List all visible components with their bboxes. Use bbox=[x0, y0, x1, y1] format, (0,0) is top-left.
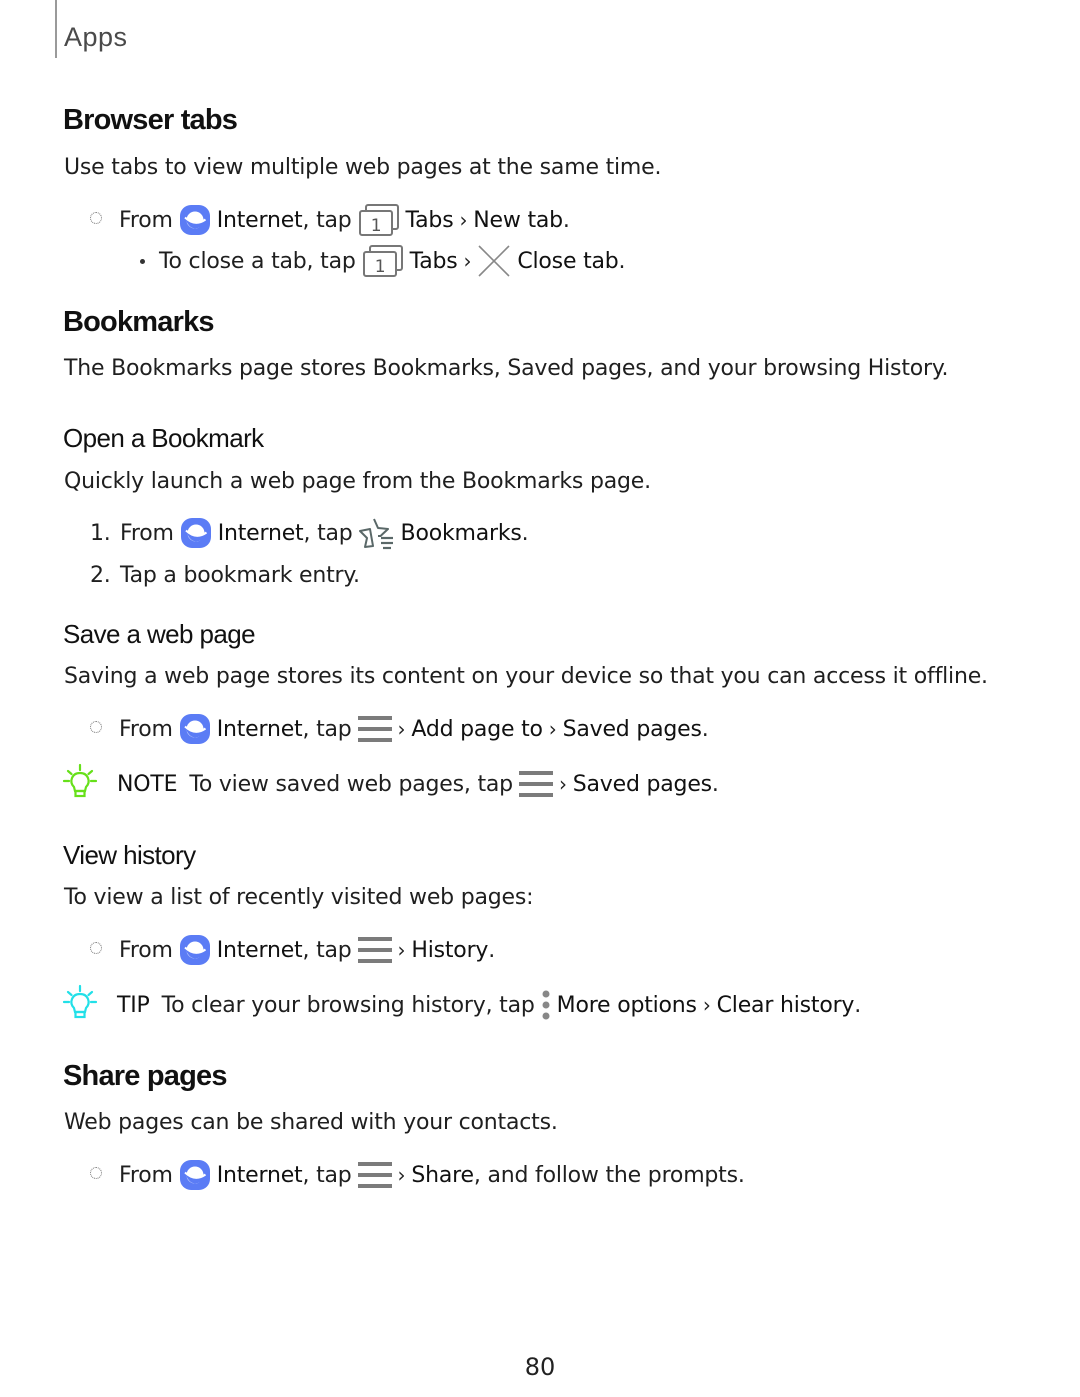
open-bookmark-step-2: 2. Tap a bookmark entry. bbox=[90, 557, 360, 593]
tabs-label: Tabs bbox=[409, 248, 458, 274]
step-bullet-icon bbox=[90, 942, 102, 954]
tabs-icon bbox=[362, 244, 404, 278]
app-name: Internet bbox=[216, 1162, 303, 1188]
tabs-label: Tabs bbox=[405, 207, 454, 233]
note-callout: NOTE To view saved web pages, tap › Save… bbox=[117, 766, 719, 802]
internet-app-icon bbox=[179, 1159, 211, 1191]
open-bookmark-intro: Quickly launch a web page from the Bookm… bbox=[64, 469, 651, 494]
punctuation: . bbox=[562, 207, 570, 233]
step-text: From bbox=[119, 716, 173, 742]
chevron-right-icon: › bbox=[558, 772, 567, 796]
step-text: Tap a bookmark entry. bbox=[120, 562, 360, 588]
step-number: 1. bbox=[90, 520, 111, 546]
step-text: To close a tab, tap bbox=[159, 248, 356, 274]
step-text: , tap bbox=[303, 520, 353, 546]
step-number: 2. bbox=[90, 562, 111, 588]
action-label: Add page to bbox=[411, 716, 543, 742]
bookmark-star-icon bbox=[359, 516, 395, 550]
punctuation: . bbox=[618, 248, 626, 274]
chevron-right-icon: › bbox=[397, 938, 406, 962]
view-history-intro: To view a list of recently visited web p… bbox=[64, 885, 534, 910]
chevron-right-icon: › bbox=[548, 717, 557, 741]
hamburger-menu-icon bbox=[519, 767, 553, 801]
step-text: , tap bbox=[302, 207, 352, 233]
step-bullet-icon bbox=[90, 1167, 102, 1179]
punctuation: . bbox=[521, 520, 529, 546]
action-label: Bookmarks bbox=[400, 520, 522, 546]
hamburger-menu-icon bbox=[358, 1158, 392, 1192]
internet-app-icon bbox=[180, 517, 212, 549]
tabs-icon bbox=[358, 203, 400, 237]
internet-app-icon bbox=[179, 934, 211, 966]
tip-label: TIP bbox=[117, 992, 150, 1018]
chevron-right-icon: › bbox=[397, 717, 406, 741]
section-title-bookmarks: Bookmarks bbox=[63, 306, 215, 338]
hamburger-menu-icon bbox=[358, 933, 392, 967]
tip-text: To clear your browsing history, tap bbox=[161, 992, 535, 1018]
share-pages-step: From Internet, tap › Share, and follow t… bbox=[119, 1157, 745, 1193]
lightbulb-icon bbox=[62, 763, 98, 803]
action-label: Share bbox=[411, 1162, 474, 1188]
app-name: Internet bbox=[216, 937, 303, 963]
close-tab-substep: To close a tab, tap Tabs › Close tab. bbox=[140, 243, 626, 279]
step-bullet-icon bbox=[90, 212, 102, 224]
punctuation: . bbox=[488, 937, 496, 963]
chevron-right-icon: › bbox=[702, 993, 711, 1017]
close-x-icon bbox=[477, 244, 511, 278]
chapter-title: Apps bbox=[64, 22, 128, 52]
tip-callout: TIP To clear your browsing history, tap … bbox=[117, 987, 861, 1023]
section-title-browser-tabs: Browser tabs bbox=[63, 104, 238, 136]
browser-tabs-intro: Use tabs to view multiple web pages at t… bbox=[64, 155, 662, 180]
internet-app-icon bbox=[179, 713, 211, 745]
share-pages-intro: Web pages can be shared with your contac… bbox=[64, 1110, 558, 1135]
app-name: Internet bbox=[216, 207, 303, 233]
internet-app-icon bbox=[179, 204, 211, 236]
punctuation: . bbox=[701, 716, 709, 742]
bookmarks-intro: The Bookmarks page stores Bookmarks, Sav… bbox=[64, 356, 949, 381]
step-text: From bbox=[119, 937, 173, 963]
view-history-step: From Internet, tap › History. bbox=[119, 932, 495, 968]
step-text: , tap bbox=[302, 1162, 352, 1188]
step-bullet-icon bbox=[90, 721, 102, 733]
step-text: From bbox=[119, 207, 173, 233]
step-text: From bbox=[119, 1162, 173, 1188]
chevron-right-icon: › bbox=[459, 208, 468, 232]
step-text: , tap bbox=[302, 937, 352, 963]
action-label: Clear history bbox=[716, 992, 855, 1018]
action-label: New tab bbox=[473, 207, 563, 233]
save-page-step: From Internet, tap › Add page to › Saved… bbox=[119, 711, 709, 747]
punctuation: . bbox=[711, 771, 719, 797]
note-label: NOTE bbox=[117, 771, 178, 797]
subsection-title-save-page: Save a web page bbox=[63, 619, 256, 649]
page-number: 80 bbox=[524, 1353, 556, 1381]
subsection-title-open-bookmark: Open a Bookmark bbox=[63, 423, 264, 453]
punctuation: . bbox=[854, 992, 862, 1018]
header-divider bbox=[55, 0, 57, 58]
chevron-right-icon: › bbox=[463, 249, 472, 273]
chevron-right-icon: › bbox=[397, 1163, 406, 1187]
action-label: Saved pages bbox=[562, 716, 702, 742]
lightbulb-icon bbox=[62, 984, 98, 1024]
action-label: More options bbox=[556, 992, 697, 1018]
section-title-share-pages: Share pages bbox=[63, 1060, 227, 1092]
step-text: , and follow the prompts. bbox=[473, 1162, 745, 1188]
more-options-icon bbox=[541, 988, 551, 1022]
note-text: To view saved web pages, tap bbox=[189, 771, 513, 797]
hamburger-menu-icon bbox=[358, 712, 392, 746]
action-label: History bbox=[411, 937, 489, 963]
step-text: From bbox=[120, 520, 174, 546]
save-page-intro: Saving a web page stores its content on … bbox=[64, 664, 988, 689]
open-bookmark-step-1: 1. From Internet, tap Bookmarks. bbox=[90, 515, 529, 551]
app-name: Internet bbox=[217, 520, 304, 546]
action-label: Close tab bbox=[517, 248, 619, 274]
browser-tabs-step: From Internet, tap Tabs › New tab. bbox=[119, 202, 570, 238]
sub-bullet-icon bbox=[140, 258, 145, 264]
step-text: , tap bbox=[302, 716, 352, 742]
app-name: Internet bbox=[216, 716, 303, 742]
action-label: Saved pages bbox=[572, 771, 712, 797]
subsection-title-view-history: View history bbox=[63, 840, 196, 870]
